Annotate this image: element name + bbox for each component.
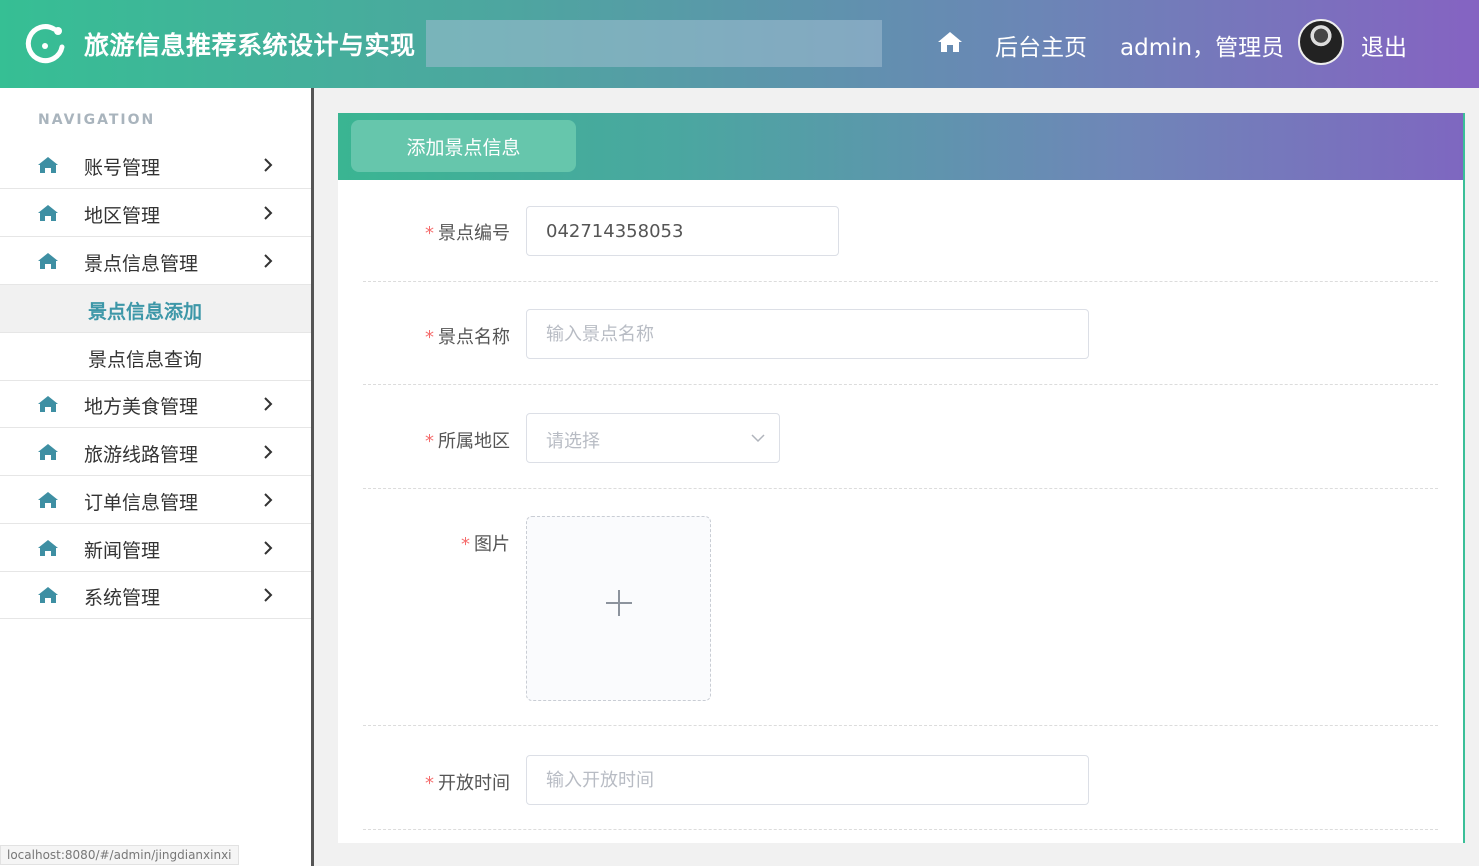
code-field[interactable] — [526, 206, 839, 256]
image-upload-box[interactable] — [526, 516, 711, 701]
chevron-down-icon — [751, 434, 765, 443]
house-icon — [38, 492, 58, 508]
house-icon — [38, 444, 58, 460]
sidebar-item-label: 账号管理 — [84, 157, 161, 179]
house-icon — [38, 253, 58, 269]
chevron-right-icon — [264, 493, 273, 507]
logout-link[interactable]: 退出 — [1361, 28, 1407, 62]
sidebar-item-label: 旅游线路管理 — [84, 444, 199, 466]
sidebar-item-label: 订单信息管理 — [84, 492, 199, 514]
form-panel: 添加景点信息 *景点编号 *景点名称 *所属地区 请选择 *图片 *开放时间 — [338, 113, 1465, 843]
name-label: * 景点名称 — [425, 323, 510, 349]
nav-heading: NAVIGATION — [38, 112, 156, 128]
sidebar-item-label: 地方美食管理 — [84, 396, 199, 418]
form-row-code — [363, 180, 1438, 282]
name-label-text: 景点名称 — [438, 327, 510, 348]
logo-icon — [25, 24, 65, 64]
open-time-label-text: 开放时间 — [438, 773, 510, 794]
sidebar-item-region[interactable]: 地区管理 — [0, 189, 311, 237]
house-icon — [38, 540, 58, 556]
region-label: * 所属地区 — [425, 427, 510, 453]
sidebar-subitem-label: 景点信息查询 — [88, 349, 203, 371]
sidebar-item-order[interactable]: 订单信息管理 — [0, 476, 311, 524]
sidebar-item-scenic[interactable]: 景点信息管理 — [0, 237, 311, 285]
home-icon[interactable] — [937, 30, 963, 54]
image-label-text: 图片 — [474, 534, 510, 555]
chevron-right-icon — [264, 541, 273, 555]
sidebar-item-label: 地区管理 — [84, 205, 161, 227]
required-mark: * — [425, 223, 434, 244]
home-link[interactable]: 后台主页 — [995, 28, 1087, 62]
sidebar-item-system[interactable]: 系统管理 — [0, 571, 311, 619]
region-select-placeholder: 请选择 — [546, 431, 600, 452]
sidebar-item-route[interactable]: 旅游线路管理 — [0, 428, 311, 476]
sidebar-item-news[interactable]: 新闻管理 — [0, 524, 311, 572]
required-mark: * — [425, 327, 434, 348]
plus-icon — [606, 590, 632, 616]
sidebar-subitem-label: 景点信息添加 — [88, 301, 203, 323]
image-label: * 图片 — [461, 530, 510, 556]
required-mark: * — [461, 534, 470, 555]
user-info: admin，管理员 — [1120, 35, 1285, 61]
chevron-right-icon — [264, 397, 273, 411]
chevron-right-icon — [264, 206, 273, 220]
sidebar-item-label: 新闻管理 — [84, 540, 161, 562]
sidebar-item-food[interactable]: 地方美食管理 — [0, 380, 311, 428]
open-time-field[interactable] — [526, 755, 1089, 805]
sidebar-item-label: 景点信息管理 — [84, 253, 199, 275]
title-redaction-box — [426, 20, 882, 67]
name-field[interactable] — [526, 309, 1089, 359]
code-label: * 景点编号 — [425, 219, 510, 245]
required-mark: * — [425, 773, 434, 794]
open-time-label: * 开放时间 — [425, 769, 510, 795]
code-label-text: 景点编号 — [438, 223, 510, 244]
region-label-text: 所属地区 — [438, 431, 510, 452]
house-icon — [38, 205, 58, 221]
panel-title-tab[interactable]: 添加景点信息 — [351, 120, 576, 172]
house-icon — [38, 157, 58, 173]
sidebar-item-account[interactable]: 账号管理 — [0, 141, 311, 189]
chevron-right-icon — [264, 254, 273, 268]
sidebar-item-label: 系统管理 — [84, 587, 161, 609]
avatar[interactable] — [1298, 19, 1344, 65]
chevron-right-icon — [264, 445, 273, 459]
sidebar-subitem-scenic-query[interactable]: 景点信息查询 — [0, 333, 311, 381]
sidebar: NAVIGATION 账号管理 地区管理 景点信息管理 景点信息添加 景点信息查… — [0, 88, 314, 866]
region-select[interactable]: 请选择 — [526, 413, 780, 463]
top-header: 旅游信息推荐系统设计与实现 后台主页 admin，管理员 退出 — [0, 0, 1479, 88]
status-bar-url: localhost:8080/#/admin/jingdianxinxi — [0, 845, 239, 865]
form-row-region — [363, 385, 1438, 489]
sidebar-subitem-scenic-add[interactable]: 景点信息添加 — [0, 285, 311, 333]
chevron-right-icon — [264, 158, 273, 172]
house-icon — [38, 396, 58, 412]
chevron-right-icon — [264, 588, 273, 602]
house-icon — [38, 587, 58, 603]
app-title: 旅游信息推荐系统设计与实现 — [84, 31, 416, 60]
form-row-image — [363, 489, 1438, 726]
required-mark: * — [425, 431, 434, 452]
panel-header: 添加景点信息 — [338, 113, 1463, 180]
